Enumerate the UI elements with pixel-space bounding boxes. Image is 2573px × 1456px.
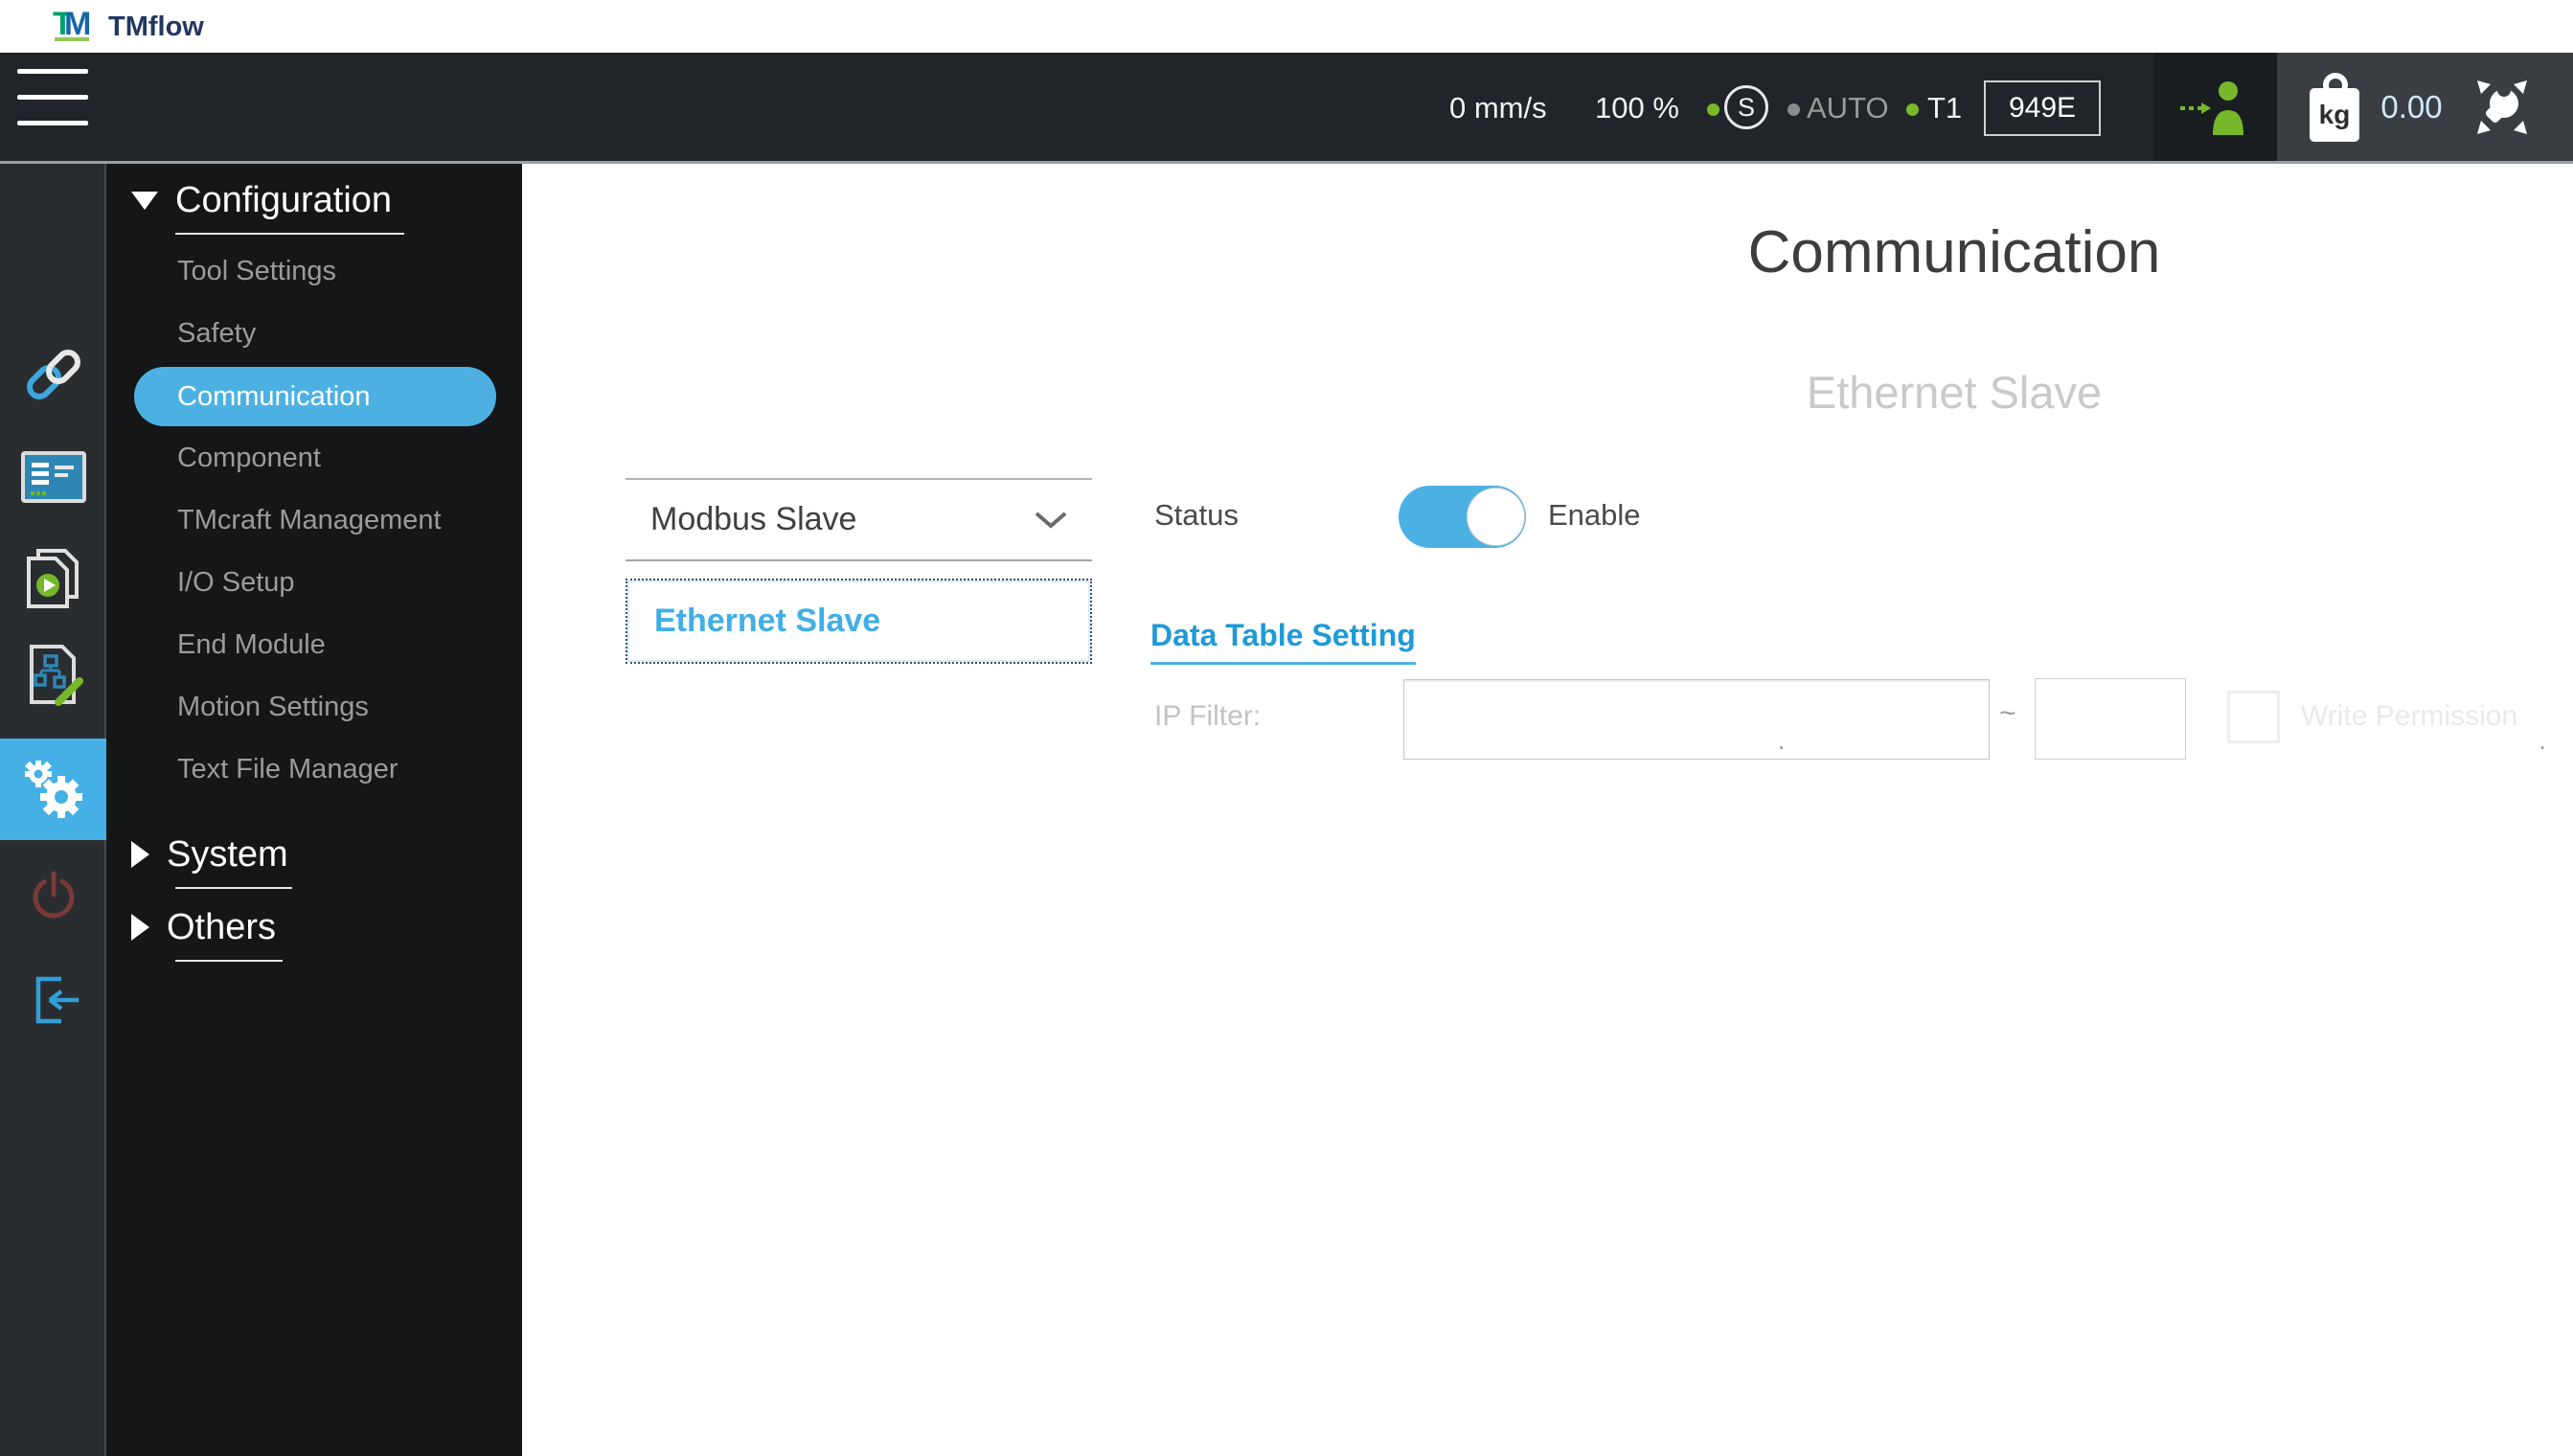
logout-icon[interactable] — [0, 967, 106, 1034]
flowchart-edit-icon[interactable] — [0, 639, 106, 712]
section-divider — [175, 887, 292, 889]
tmflow-app: T M TMflow 0 mm/s 100 % S AUTO T1 949E k… — [0, 0, 2573, 1456]
status-value: Enable — [1548, 498, 1641, 532]
status-toggle[interactable] — [1399, 486, 1526, 548]
menu-section-others[interactable]: Others — [106, 902, 522, 952]
status-topbar: 0 mm/s 100 % S AUTO T1 949E kg 0.00 — [0, 53, 2573, 161]
dropdown-selected-value: Modbus Slave — [650, 501, 857, 537]
toggle-knob — [1467, 488, 1525, 546]
menu-item-safety[interactable]: Safety — [106, 303, 522, 365]
chevron-collapsed-icon — [131, 841, 149, 868]
icon-rail — [0, 164, 106, 1456]
ip-dot-separator: . — [2539, 726, 2546, 755]
project-code-badge: 949E — [1984, 80, 2101, 136]
ip-dot-separator: . — [1778, 726, 1786, 755]
robot-speed: 0 mm/s — [1449, 91, 1547, 125]
menu-section-system[interactable]: System — [106, 830, 522, 879]
ip-filter-start-input[interactable]: . . . — [1403, 678, 2573, 760]
tm-logo-icon: T M — [53, 6, 92, 42]
payload-value: 0.00 — [2380, 88, 2443, 125]
ethernet-slave-button[interactable]: Ethernet Slave — [626, 579, 1092, 664]
station-label: T1 — [1927, 91, 1963, 125]
window-titlebar: T M TMflow — [0, 0, 2573, 53]
ip-range-separator: ~ — [1999, 697, 2016, 729]
page-subtitle: Ethernet Slave — [1806, 367, 2103, 418]
mode-status-dot — [1787, 103, 1800, 116]
station-status-dot — [1906, 103, 1919, 116]
menu-item-io-setup[interactable]: I/O Setup — [106, 552, 522, 614]
menu-item-motion-settings[interactable]: Motion Settings — [106, 676, 522, 739]
write-permission-label: Write Permission — [2301, 700, 2518, 732]
chevron-expanded-icon — [131, 191, 158, 210]
section-divider — [175, 960, 283, 962]
status-label: Status — [1154, 498, 1239, 532]
ip-octet-4[interactable] — [2545, 678, 2573, 755]
page-title: Communication — [1747, 219, 2161, 285]
user-login-icon — [2179, 80, 2243, 135]
payload-panel: kg 0.00 — [2277, 53, 2573, 161]
chevron-collapsed-icon — [131, 914, 149, 941]
user-session-button[interactable] — [2153, 53, 2277, 161]
menu-item-tool-settings[interactable]: Tool Settings — [106, 240, 522, 303]
project-run-icon[interactable] — [0, 543, 106, 614]
data-table-setting-link[interactable]: Data Table Setting — [1150, 618, 1416, 665]
freedrive-tool-icon[interactable] — [2464, 69, 2540, 146]
monitor-view-icon[interactable] — [0, 444, 106, 512]
payload-kg-icon: kg — [2310, 72, 2359, 142]
write-permission-checkbox[interactable] — [2227, 691, 2280, 743]
speed-percentage: 100 % — [1595, 91, 1679, 125]
ip-filter-end-input[interactable] — [2035, 678, 2186, 760]
menu-item-component[interactable]: Component — [106, 427, 522, 489]
menu-section-configuration[interactable]: Configuration — [106, 175, 522, 225]
settings-menu: Configuration Tool Settings Safety Commu… — [106, 164, 522, 1456]
speed-status-dot — [1707, 103, 1719, 116]
tmflow-logo: T M TMflow — [53, 8, 204, 46]
ip-octet-1[interactable] — [1404, 678, 1778, 755]
hamburger-menu-icon[interactable] — [17, 69, 88, 140]
menu-item-text-file-manager[interactable]: Text File Manager — [106, 739, 522, 801]
section-divider — [175, 233, 404, 235]
settings-gear-icon[interactable] — [0, 739, 106, 840]
menu-item-end-module[interactable]: End Module — [106, 614, 522, 676]
power-icon[interactable] — [0, 861, 106, 928]
ip-filter-label: IP Filter: — [1154, 700, 1262, 732]
speed-mode-icon: S — [1724, 85, 1768, 129]
slave-type-dropdown[interactable]: Modbus Slave — [626, 478, 1092, 561]
chevron-down-icon — [1035, 511, 1067, 529]
connection-link-icon[interactable] — [0, 338, 106, 411]
menu-item-tmcraft-management[interactable]: TMcraft Management — [106, 489, 522, 552]
menu-item-communication[interactable]: Communication — [134, 367, 496, 426]
operation-mode: AUTO — [1807, 91, 1889, 125]
app-title: TMflow — [108, 11, 204, 42]
